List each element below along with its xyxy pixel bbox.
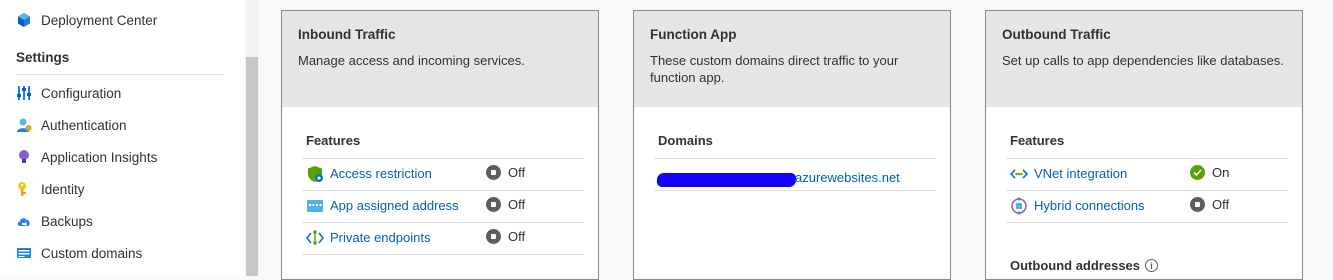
feature-row-private-endpoints: Private endpoints Off xyxy=(302,222,584,253)
sidebar: Deployment Center Settings Configuration… xyxy=(0,0,245,276)
row-divider xyxy=(654,158,936,159)
sidebar-item-label: Identity xyxy=(41,181,85,197)
card-header: Inbound Traffic Manage access and incomi… xyxy=(282,11,598,107)
sidebar-item-custom-domains[interactable]: Custom domains xyxy=(16,241,142,265)
ip-address-icon xyxy=(306,197,324,215)
card-description: These custom domains direct traffic to y… xyxy=(650,53,899,85)
sidebar-item-label: Configuration xyxy=(41,85,122,101)
redaction-mark xyxy=(656,173,797,187)
sidebar-scrollbar-thumb[interactable] xyxy=(246,57,258,276)
hybrid-connection-icon xyxy=(1010,197,1028,215)
status-text: Off xyxy=(508,197,526,212)
deployment-cube-icon xyxy=(16,12,32,28)
status-off-icon xyxy=(486,165,501,180)
sidebar-item-label: Custom domains xyxy=(41,245,143,261)
sidebar-item-backups[interactable]: Backups xyxy=(16,209,93,233)
status-off-icon xyxy=(1190,197,1205,212)
section-divider xyxy=(16,74,224,75)
status-indicator: Off xyxy=(486,197,525,212)
status-text: Off xyxy=(508,229,526,244)
backup-cloud-icon xyxy=(16,213,32,229)
access-restriction-link[interactable]: Access restriction xyxy=(330,166,432,181)
card-title: Inbound Traffic xyxy=(298,27,396,42)
private-endpoint-icon xyxy=(306,229,324,247)
card-description: Set up calls to app dependencies like da… xyxy=(1002,53,1284,68)
features-heading: Features xyxy=(306,133,361,148)
status-text: Off xyxy=(508,165,526,180)
status-indicator: Off xyxy=(486,229,525,244)
card-header: Outbound Traffic Set up calls to app dep… xyxy=(986,11,1302,107)
sidebar-item-authentication[interactable]: Authentication xyxy=(16,113,127,137)
private-endpoints-link[interactable]: Private endpoints xyxy=(330,230,430,245)
outbound-addresses-label: Outbound addresses xyxy=(1010,258,1141,273)
function-app-card: Function App These custom domains direct… xyxy=(633,10,951,280)
shield-icon xyxy=(306,165,324,183)
outbound-addresses-heading: Outbound addresses i xyxy=(1010,258,1159,273)
info-icon[interactable]: i xyxy=(1145,259,1159,272)
row-divider xyxy=(302,254,584,255)
sidebar-item-label: Authentication xyxy=(41,117,127,133)
domains-heading: Domains xyxy=(658,133,713,148)
status-off-icon xyxy=(486,229,501,244)
configuration-sliders-icon xyxy=(16,85,32,101)
row-divider xyxy=(1006,222,1288,223)
status-indicator: On xyxy=(1190,165,1229,180)
authentication-person-icon xyxy=(16,117,32,133)
feature-row-app-assigned-address: App assigned address Off xyxy=(302,190,584,221)
card-title: Function App xyxy=(650,27,737,42)
lightbulb-icon xyxy=(16,149,32,165)
domain-link[interactable]: azurewebsites.net xyxy=(795,170,900,185)
identity-key-icon xyxy=(16,181,32,197)
settings-section-label: Settings xyxy=(16,50,70,65)
sidebar-item-identity[interactable]: Identity xyxy=(16,177,85,201)
vnet-integration-link[interactable]: VNet integration xyxy=(1034,166,1127,181)
feature-row-access-restriction: Access restriction Off xyxy=(302,158,584,189)
outbound-traffic-card: Outbound Traffic Set up calls to app dep… xyxy=(985,10,1303,280)
status-text: Off xyxy=(1212,197,1230,212)
sidebar-item-label: Deployment Center xyxy=(41,12,158,28)
status-text: On xyxy=(1212,165,1230,180)
domain-globe-icon xyxy=(16,245,32,261)
sidebar-item-label: Application Insights xyxy=(41,149,158,165)
card-description: Manage access and incoming services. xyxy=(298,53,525,68)
status-indicator: Off xyxy=(1190,197,1229,212)
inbound-traffic-card: Inbound Traffic Manage access and incomi… xyxy=(281,10,599,280)
sidebar-item-label: Backups xyxy=(41,213,93,229)
card-header: Function App These custom domains direct… xyxy=(634,11,950,107)
status-off-icon xyxy=(486,197,501,212)
feature-row-hybrid-connections: Hybrid connections Off xyxy=(1006,190,1288,221)
status-indicator: Off xyxy=(486,165,525,180)
sidebar-item-application-insights[interactable]: Application Insights xyxy=(16,145,157,169)
card-title: Outbound Traffic xyxy=(1002,27,1111,42)
hybrid-connections-link[interactable]: Hybrid connections xyxy=(1034,198,1145,213)
row-divider xyxy=(654,190,936,191)
features-heading: Features xyxy=(1010,133,1065,148)
sidebar-item-configuration[interactable]: Configuration xyxy=(16,81,121,105)
sidebar-item-deployment-center[interactable]: Deployment Center xyxy=(16,8,157,32)
app-assigned-address-link[interactable]: App assigned address xyxy=(330,198,459,213)
status-on-icon xyxy=(1190,165,1205,180)
feature-row-vnet-integration: VNet integration On xyxy=(1006,158,1288,189)
vnet-icon xyxy=(1010,165,1028,183)
